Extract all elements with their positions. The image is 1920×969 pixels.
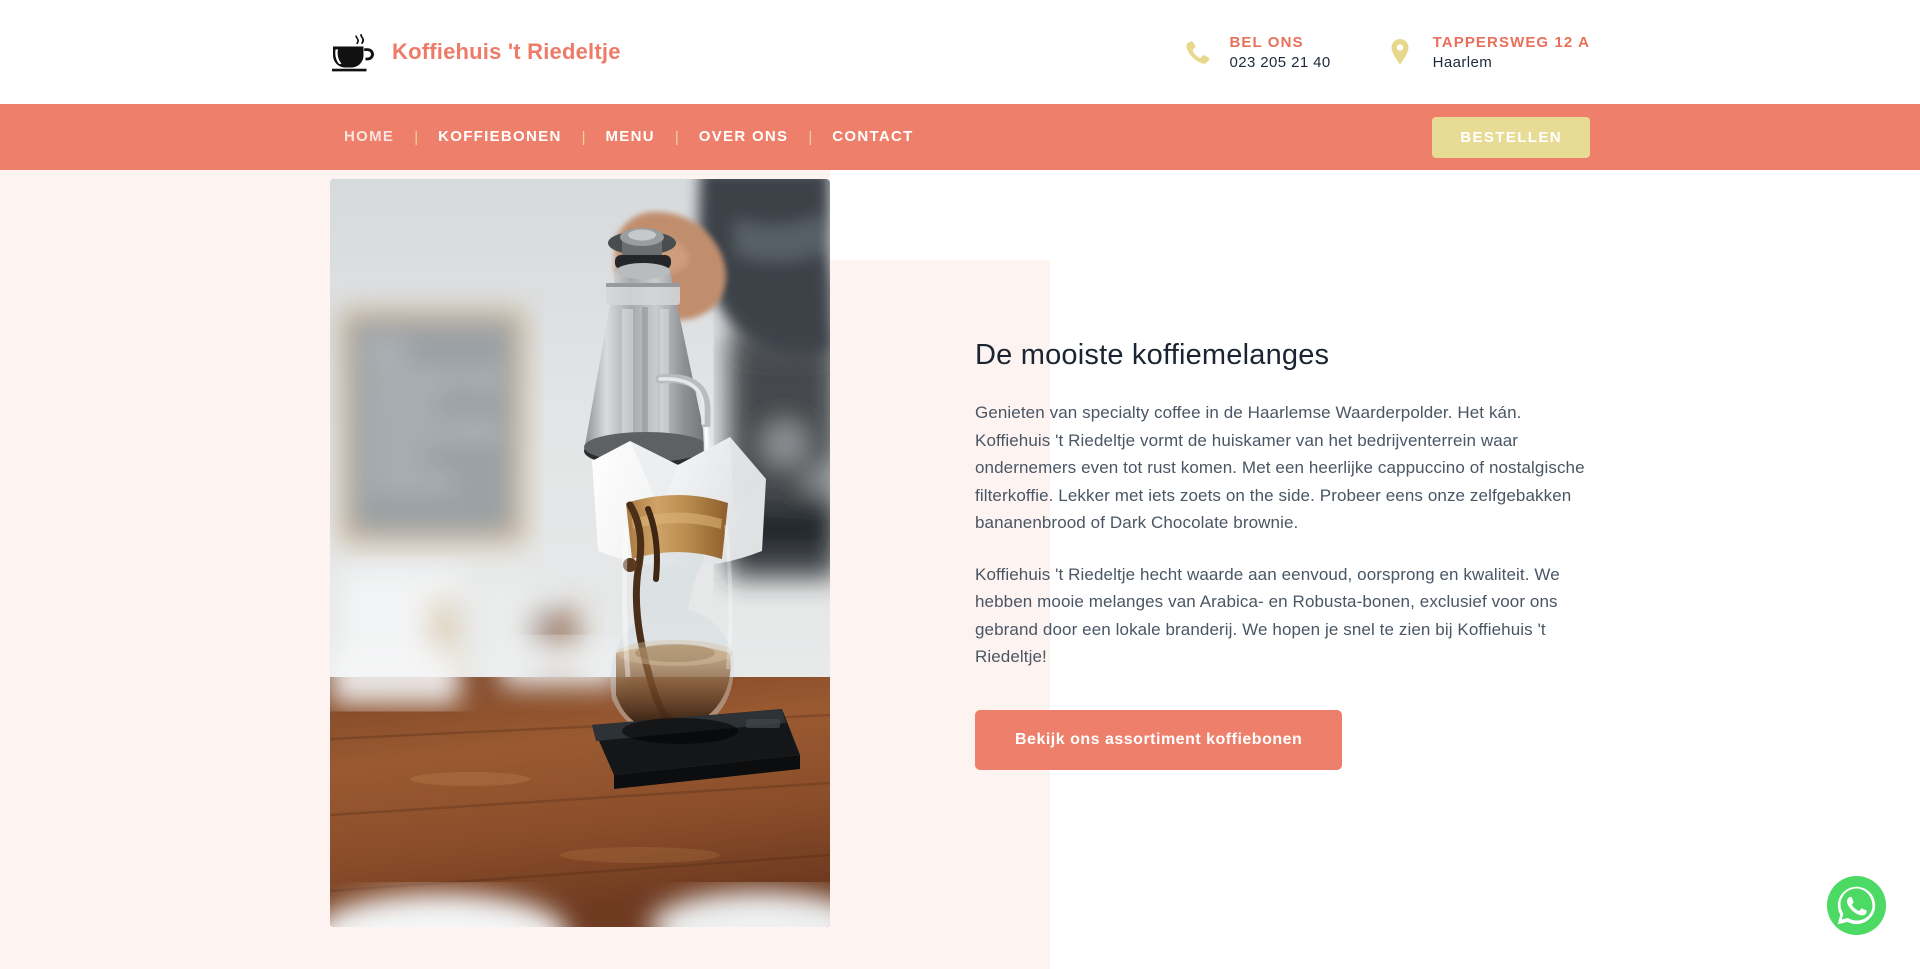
sidebar-item-over-ons[interactable]: OVER ONS xyxy=(685,128,803,145)
header-address-text: TAPPERSWEG 12 A Haarlem xyxy=(1433,34,1590,71)
header-phone-value: 023 205 21 40 xyxy=(1229,53,1331,71)
text-column: De mooiste koffiemelanges Genieten van s… xyxy=(830,179,1590,927)
whatsapp-float-button[interactable] xyxy=(1825,874,1888,937)
intro-paragraph-1: Genieten van specialty coffee in de Haar… xyxy=(975,403,1585,532)
page-title: De mooiste koffiemelanges xyxy=(975,339,1330,371)
nav-separator: | xyxy=(808,128,813,146)
media-column xyxy=(330,179,830,927)
nav-item-home: HOME xyxy=(330,128,408,146)
nav-separator: | xyxy=(581,128,586,146)
coffee-cup-icon xyxy=(330,31,382,73)
header-address-value: Haarlem xyxy=(1432,53,1493,71)
sidebar-item-koffiebonen[interactable]: KOFFIEBONEN xyxy=(424,128,575,145)
sidebar-item-menu[interactable]: MENU xyxy=(591,128,668,145)
header-phone-block[interactable]: BEL ONS 023 205 21 40 xyxy=(1184,34,1331,71)
coffee-brewing-photo xyxy=(330,179,830,927)
phone-icon xyxy=(1184,37,1210,67)
header-address-label: TAPPERSWEG 12 A xyxy=(1432,33,1590,51)
header-address-block[interactable]: TAPPERSWEG 12 A Haarlem xyxy=(1387,34,1590,71)
nav-list: HOME | KOFFIEBONEN | MENU | OVER ONS | C… xyxy=(330,128,928,146)
header-phone-text: BEL ONS 023 205 21 40 xyxy=(1230,34,1331,71)
intro-paragraph-2: Koffiehuis 't Riedeltje hecht waarde aan… xyxy=(975,564,1560,667)
nav-item-contact: CONTACT xyxy=(818,128,927,146)
sidebar-item-home[interactable]: HOME xyxy=(330,128,408,145)
nav-separator: | xyxy=(414,128,419,146)
site-header: Koffiehuis 't Riedeltje BEL ONS 023 205 … xyxy=(0,0,1920,104)
main-navigation: HOME | KOFFIEBONEN | MENU | OVER ONS | C… xyxy=(0,104,1920,170)
site-logo[interactable]: Koffiehuis 't Riedeltje xyxy=(330,31,621,73)
view-coffee-assortment-button[interactable]: Bekijk ons assortiment koffiebonen xyxy=(975,709,1343,770)
header-phone-label: BEL ONS xyxy=(1229,33,1304,51)
nav-item-koffiebonen: KOFFIEBONEN xyxy=(424,128,575,146)
header-inner: Koffiehuis 't Riedeltje BEL ONS 023 205 … xyxy=(0,31,1920,73)
order-button[interactable]: BESTELLEN xyxy=(1432,116,1590,158)
nav-item-menu: MENU xyxy=(591,128,668,146)
map-pin-icon xyxy=(1387,37,1413,67)
header-contact-group: BEL ONS 023 205 21 40 TAPPERSWEG 12 A Ha… xyxy=(1184,34,1591,71)
main-content: De mooiste koffiemelanges Genieten van s… xyxy=(0,170,1920,927)
nav-item-over-ons: OVER ONS xyxy=(685,128,803,146)
sidebar-item-contact[interactable]: CONTACT xyxy=(818,128,927,145)
brand-name: Koffiehuis 't Riedeltje xyxy=(392,39,621,64)
nav-separator: | xyxy=(674,128,679,146)
whatsapp-icon xyxy=(1825,874,1888,937)
